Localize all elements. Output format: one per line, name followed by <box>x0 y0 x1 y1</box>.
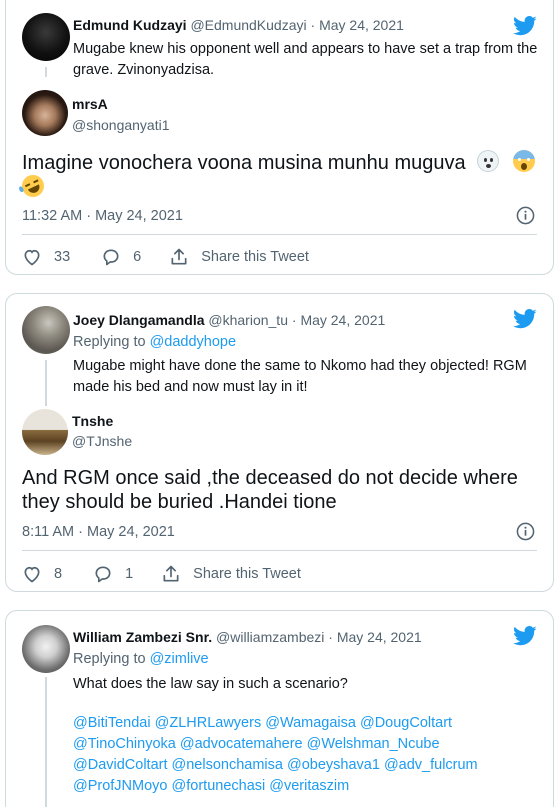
tweet-date[interactable]: May 24, 2021 <box>337 629 422 645</box>
separator: · <box>328 629 333 645</box>
quoted-author-name[interactable]: mrsA <box>72 96 108 112</box>
like-count: 33 <box>54 249 71 265</box>
info-icon[interactable] <box>516 206 535 225</box>
mentions-block: @BitiTendai @ZLHRLawyers @Wamagaisa @Dou… <box>73 713 543 797</box>
author-name[interactable]: Edmund Kudzayi <box>73 17 187 33</box>
avatar[interactable] <box>22 625 70 673</box>
quoted-avatar[interactable] <box>22 409 68 455</box>
share-button[interactable]: Share this Tweet <box>161 564 301 584</box>
tweet-card[interactable]: William Zambezi Snr. @williamzambezi · M… <box>5 610 554 807</box>
tweet-text: Mugabe might have done the same to Nkomo… <box>73 358 527 395</box>
replying-prefix: Replying to <box>73 651 146 667</box>
author-handle[interactable]: @kharion_tu <box>208 312 288 328</box>
replying-to: Replying to @daddyhope <box>73 334 236 350</box>
share-button[interactable]: Share this Tweet <box>169 247 309 267</box>
mention-line[interactable]: @BitiTendai @ZLHRLawyers @Wamagaisa @Dou… <box>73 713 543 734</box>
tweet-header: Joey Dlangamandla @kharion_tu · May 24, … <box>73 312 385 328</box>
tweet-header: William Zambezi Snr. @williamzambezi · M… <box>73 629 422 645</box>
quoted-author-handle[interactable]: @TJnshe <box>72 433 132 449</box>
thread-line <box>45 360 47 406</box>
like-count: 8 <box>54 566 63 582</box>
replying-to: Replying to @zimlive <box>73 651 209 667</box>
mention-line[interactable]: @TinoChinyoka @advocatemahere @Welshman_… <box>73 734 543 755</box>
rofl-emoji <box>18 171 48 201</box>
divider <box>22 550 537 551</box>
divider <box>22 234 537 235</box>
author-handle[interactable]: @EdmundKudzayi <box>190 17 306 33</box>
twitter-bird-icon[interactable] <box>513 626 537 646</box>
ghost-emoji <box>477 150 500 172</box>
share-label: Share this Tweet <box>193 566 301 582</box>
quoted-author-handle[interactable]: @shonganyati1 <box>72 117 170 133</box>
tweet-card[interactable]: Edmund Kudzayi @EdmundKudzayi · May 24, … <box>5 0 554 275</box>
info-icon[interactable] <box>516 522 535 541</box>
heart-icon <box>24 566 40 583</box>
quoted-text-block: Imagine vonochera voona musina munhu mug… <box>18 150 542 201</box>
author-name[interactable]: Joey Dlangamandla <box>73 312 205 328</box>
heart-icon <box>24 249 40 266</box>
twitter-bird-icon[interactable] <box>513 16 537 36</box>
quoted-author-name[interactable]: Tnshe <box>72 413 113 429</box>
author-handle[interactable]: @williamzambezi <box>216 629 324 645</box>
tweet-text: Mugabe knew his opponent well and appear… <box>73 41 538 78</box>
action-bar: 33 6 Share this Tweet <box>22 247 309 267</box>
separator: · <box>291 312 297 328</box>
quoted-text: And RGM once said ,the deceased do not d… <box>22 467 518 513</box>
tweet-timestamp[interactable]: 11:32 AM · May 24, 2021 <box>22 208 183 224</box>
tweet-date[interactable]: May 24, 2021 <box>319 17 404 33</box>
mention-line[interactable]: @DavidColtart @nelsonchamisa @obeyshava1… <box>73 755 543 776</box>
reply-bubble-icon <box>95 566 111 583</box>
tweet-text: What does the law say in such a scenario… <box>73 676 348 692</box>
twitter-bird-icon[interactable] <box>513 309 537 329</box>
tweet-timestamp[interactable]: 8:11 AM · May 24, 2021 <box>22 524 175 540</box>
thread-line <box>45 67 47 77</box>
action-bar: 8 1 Share this Tweet <box>22 564 301 584</box>
mention-line[interactable]: @ProfJNMoyo @fortunechasi @veritaszim <box>73 776 543 797</box>
replying-prefix: Replying to <box>73 334 146 350</box>
tweet-header: Edmund Kudzayi @EdmundKudzayi · May 24, … <box>73 17 404 33</box>
quoted-avatar[interactable] <box>22 90 68 136</box>
replying-to-link[interactable]: @daddyhope <box>150 334 236 350</box>
like-button[interactable]: 33 <box>22 247 70 267</box>
reply-count: 1 <box>125 566 134 582</box>
reply-button[interactable]: 1 <box>93 564 133 584</box>
quoted-text: Imagine vonochera voona musina munhu mug… <box>22 152 466 174</box>
author-name[interactable]: William Zambezi Snr. <box>73 629 212 645</box>
share-icon <box>171 248 187 265</box>
reply-button[interactable]: 6 <box>101 247 141 267</box>
share-label: Share this Tweet <box>201 249 309 265</box>
reply-bubble-icon <box>103 249 119 266</box>
share-icon <box>163 565 179 582</box>
thread-line <box>45 677 47 807</box>
avatar[interactable] <box>22 306 70 354</box>
tweet-date[interactable]: May 24, 2021 <box>300 312 385 328</box>
scream-emoji <box>512 150 535 172</box>
separator: · <box>310 17 316 33</box>
replying-to-link[interactable]: @zimlive <box>150 651 209 667</box>
reply-count: 6 <box>133 249 142 265</box>
like-button[interactable]: 8 <box>22 564 62 584</box>
tweet-card[interactable]: Joey Dlangamandla @kharion_tu · May 24, … <box>5 293 554 592</box>
avatar[interactable] <box>22 13 70 61</box>
